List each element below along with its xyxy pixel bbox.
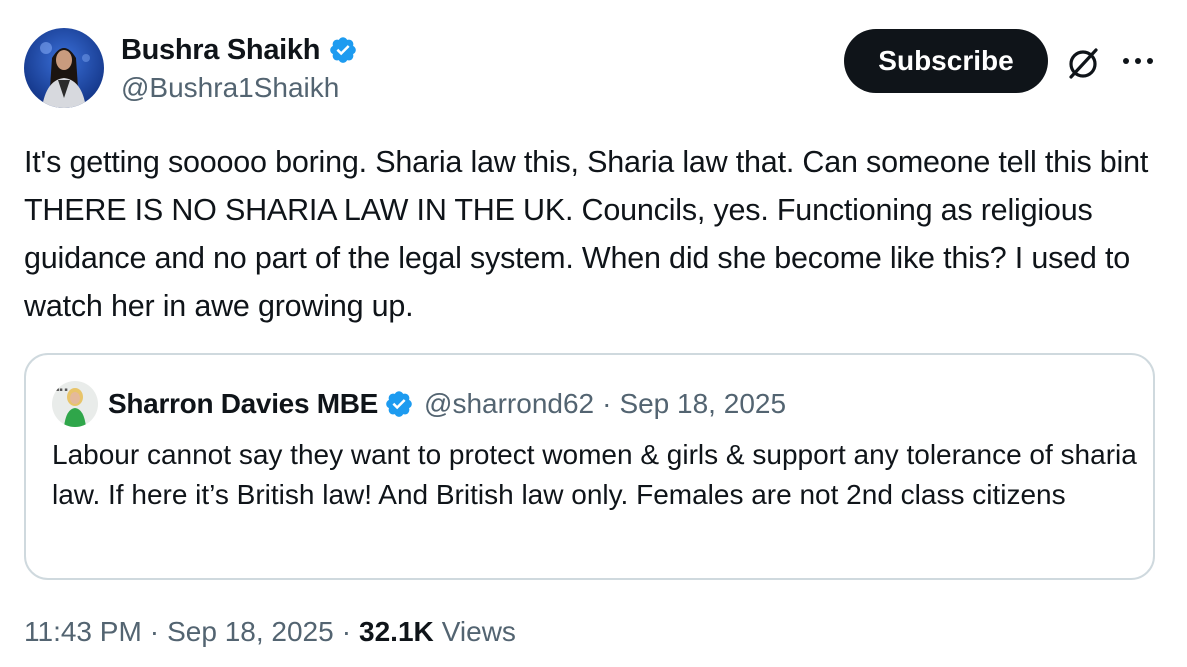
footer-separator: · [149,616,160,647]
tweet-text: It's getting sooooo boring. Sharia law t… [24,145,1149,323]
quoted-verified-badge-icon [384,389,414,419]
tweet-date[interactable]: Sep 18, 2025 [167,616,334,648]
subscribe-button[interactable]: Subscribe [844,29,1048,93]
author-display-name[interactable]: Bushra Shaikh [121,34,320,67]
tweet-time[interactable]: 11:43 PM [24,616,142,648]
tweet-card: Bushra Shaikh @Bushra1Shaikh Subscribe I… [0,0,1187,667]
views-label: Views [441,616,516,647]
svg-text:▪▪ ▪: ▪▪ ▪ [56,387,68,393]
verified-badge-icon[interactable] [328,35,358,65]
quoted-tweet[interactable]: ▪▪ ▪ Sharron Davies MBE @sharrond62 · Se… [24,353,1155,580]
author-handle[interactable]: @Bushra1Shaikh [121,72,339,104]
quoted-tweet-header: ▪▪ ▪ Sharron Davies MBE @sharrond62 · Se… [52,381,786,427]
grok-icon[interactable] [1064,44,1102,82]
footer-separator: · [341,616,352,647]
views-count: 32.1K [359,616,434,647]
quoted-author-handle[interactable]: @sharrond62 [424,388,594,420]
quoted-author-avatar[interactable]: ▪▪ ▪ [52,381,98,427]
tweet-footer: 11:43 PM · Sep 18, 2025 · 32.1K Views [24,616,516,648]
author-name-row: Bushra Shaikh [121,30,358,70]
quoted-tweet-date[interactable]: Sep 18, 2025 [619,388,786,420]
quoted-author-display-name[interactable]: Sharron Davies MBE [108,388,378,420]
more-options-icon[interactable] [1118,50,1158,72]
quoted-tweet-text: Labour cannot say they want to protect w… [52,439,1137,510]
author-avatar[interactable] [24,28,104,108]
quoted-meta-separator: · [602,388,612,419]
